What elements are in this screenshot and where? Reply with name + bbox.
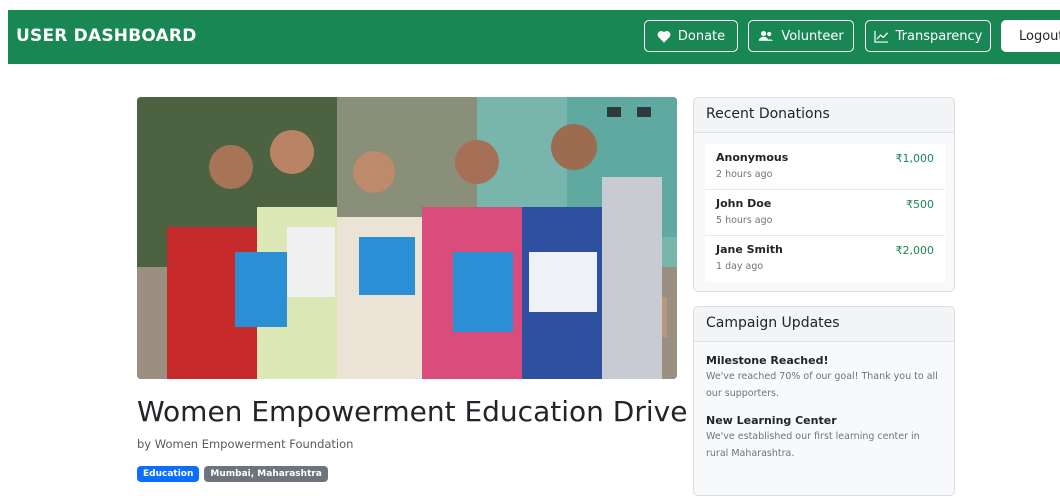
- volunteer-button[interactable]: Volunteer: [748, 20, 854, 52]
- update-title: Milestone Reached!: [706, 354, 829, 367]
- campaign-updates-header: Campaign Updates: [694, 307, 954, 342]
- location-badge: Mumbai, Maharashtra: [204, 466, 328, 482]
- donate-label: Donate: [677, 28, 726, 44]
- volunteer-label: Volunteer: [781, 28, 844, 44]
- recent-donations-card: Recent Donations Anonymous 2 hours ago ₹…: [693, 97, 955, 292]
- donation-row: John Doe 5 hours ago ₹500: [705, 190, 945, 236]
- campaign-title: Women Empowerment Education Drive: [137, 395, 688, 428]
- category-badge: Education: [137, 466, 200, 482]
- transparency-button[interactable]: Transparency: [865, 20, 991, 52]
- top-navbar: USER DASHBOARD Donate Volunteer Transpar…: [8, 10, 1060, 64]
- logout-button[interactable]: Logout: [1001, 20, 1060, 52]
- donor-name: John Doe: [716, 197, 772, 210]
- update-item: Milestone Reached! We've reached 70% of …: [706, 354, 942, 402]
- donation-row: Jane Smith 1 day ago ₹2,000: [705, 236, 945, 282]
- donations-list: Anonymous 2 hours ago ₹1,000 John Doe 5 …: [705, 144, 945, 282]
- donation-amount: ₹1,000: [895, 152, 935, 165]
- campaign-updates-card: Campaign Updates Milestone Reached! We'v…: [693, 306, 955, 496]
- recent-donations-header: Recent Donations: [694, 98, 954, 133]
- update-text: We've reached 70% of our goal! Thank you…: [706, 371, 938, 399]
- donation-amount: ₹2,000: [895, 244, 935, 257]
- brand-title: USER DASHBOARD: [16, 26, 197, 46]
- chart-line-icon: [874, 30, 888, 43]
- update-text: We've established our first learning cen…: [706, 431, 920, 459]
- donation-time: 1 day ago: [716, 261, 764, 272]
- donation-time: 2 hours ago: [716, 169, 773, 180]
- donation-row: Anonymous 2 hours ago ₹1,000: [705, 144, 945, 190]
- campaign-hero-image: [137, 97, 677, 379]
- users-icon: [759, 31, 774, 41]
- donation-amount: ₹500: [906, 198, 934, 211]
- heart-icon: [657, 30, 671, 43]
- campaign-badges: Education Mumbai, Maharashtra: [137, 466, 328, 482]
- donate-button[interactable]: Donate: [644, 20, 738, 52]
- donation-time: 5 hours ago: [716, 215, 773, 226]
- campaign-byline: by Women Empowerment Foundation: [137, 437, 354, 451]
- update-title: New Learning Center: [706, 414, 837, 427]
- update-item: New Learning Center We've established ou…: [706, 414, 942, 462]
- transparency-label: Transparency: [895, 28, 983, 44]
